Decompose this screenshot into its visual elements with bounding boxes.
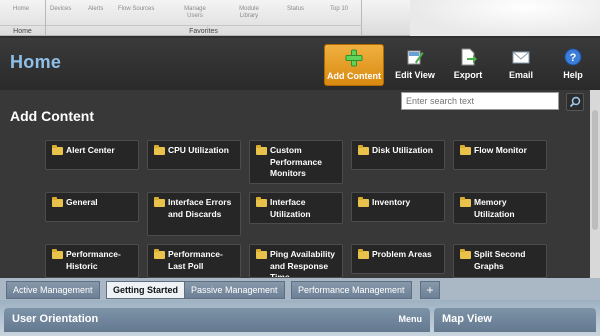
tile-interface-utilization[interactable]: Interface Utilization (249, 192, 343, 224)
tile-ping-availability[interactable]: Ping Availability and Response Time (249, 244, 343, 278)
ribbon-module-library-button[interactable]: Module Library (232, 6, 266, 20)
ribbon-flow-sources-button[interactable]: Flow Sources (118, 6, 154, 13)
plus-icon (345, 49, 363, 67)
tab-active-management[interactable]: Active Management (6, 281, 100, 299)
folder-icon (460, 197, 471, 207)
page-header: Home Add Content Edit View Export Email (0, 38, 600, 90)
tab-performance-management[interactable]: Performance Management (291, 281, 412, 299)
tile-inventory[interactable]: Inventory (351, 192, 445, 222)
view-tab-bar: Active Management Getting Started Passiv… (0, 278, 600, 300)
user-orientation-pane-header: User Orientation Menu (4, 308, 430, 332)
help-button[interactable]: ? Help (543, 44, 600, 86)
add-content-panel: Add Content Alert Center CPU Utilization… (0, 90, 590, 278)
tab-getting-started[interactable]: Getting Started (106, 281, 186, 299)
folder-icon (358, 249, 369, 259)
tile-label: Alert Center (66, 145, 115, 155)
folder-icon (52, 249, 63, 259)
edit-view-label: Edit View (395, 70, 435, 80)
tile-label: Inventory (372, 197, 411, 207)
pane-menu-button[interactable]: Menu (399, 314, 423, 324)
tile-label: Memory Utilization (474, 197, 515, 219)
search-button[interactable] (566, 93, 584, 111)
tile-label: Custom Performance Monitors (270, 145, 322, 178)
add-tab-button[interactable]: + (420, 281, 440, 299)
help-icon: ? (564, 48, 582, 66)
tile-memory-utilization[interactable]: Memory Utilization (453, 192, 547, 224)
scrollbar-thumb[interactable] (592, 110, 598, 230)
pane-title: Map View (442, 313, 492, 325)
ribbon-toolbar: Home Home Devices Alerts Flow Sources Ma… (0, 0, 600, 36)
add-content-label: Add Content (327, 71, 381, 81)
tile-problem-areas[interactable]: Problem Areas (351, 244, 445, 274)
tile-label: Interface Errors and Discards (168, 197, 232, 219)
ribbon-home-button[interactable]: Home (13, 6, 29, 13)
ribbon-top10-button[interactable]: Top 10 (330, 6, 348, 13)
tile-performance-last-poll[interactable]: Performance-Last Poll (147, 244, 241, 278)
folder-icon (460, 249, 471, 259)
tile-interface-errors[interactable]: Interface Errors and Discards (147, 192, 241, 236)
tile-label: Performance-Historic (66, 249, 121, 271)
folder-icon (154, 197, 165, 207)
email-label: Email (508, 70, 533, 80)
tile-label: CPU Utilization (168, 145, 229, 155)
export-icon (461, 48, 477, 66)
folder-icon (460, 145, 471, 155)
ribbon-group-home: Home Home (0, 0, 46, 36)
tile-label: Interface Utilization (270, 197, 311, 219)
tile-disk-utilization[interactable]: Disk Utilization (351, 140, 445, 170)
export-label: Export (453, 70, 483, 80)
folder-icon (358, 197, 369, 207)
tile-label: Disk Utilization (372, 145, 433, 155)
tab-passive-management[interactable]: Passive Management (184, 281, 285, 299)
map-view-pane-header: Map View (434, 308, 596, 332)
ribbon-alerts-button[interactable]: Alerts (88, 6, 103, 13)
svg-text:?: ? (570, 52, 577, 64)
folder-icon (52, 145, 63, 155)
add-content-button[interactable]: Add Content (324, 44, 384, 86)
tile-label: Problem Areas (372, 249, 432, 259)
brand-logo (410, 0, 600, 36)
panel-scrollbar[interactable] (590, 90, 600, 278)
export-button[interactable]: Export (438, 44, 498, 86)
folder-icon (358, 145, 369, 155)
tile-flow-monitor[interactable]: Flow Monitor (453, 140, 547, 170)
search-icon (569, 96, 581, 108)
folder-icon (256, 145, 267, 155)
tile-cpu-utilization[interactable]: CPU Utilization (147, 140, 241, 170)
folder-icon (154, 249, 165, 259)
help-label: Help (563, 70, 583, 80)
search-input[interactable] (401, 92, 559, 110)
tile-label: Flow Monitor (474, 145, 527, 155)
ribbon-status-button[interactable]: Status (287, 6, 304, 13)
email-icon (512, 51, 530, 64)
tile-split-second-graphs[interactable]: Split Second Graphs (453, 244, 547, 278)
email-button[interactable]: Email (491, 44, 551, 86)
dashboard-area: User Orientation Menu Map View (0, 300, 600, 336)
ribbon-devices-button[interactable]: Devices (50, 6, 71, 13)
ribbon-manage-users-button[interactable]: Manage Users (178, 6, 212, 20)
tile-alert-center[interactable]: Alert Center (45, 140, 139, 170)
tile-label: Ping Availability and Response Time (270, 249, 336, 278)
tile-label: Performance-Last Poll (168, 249, 223, 271)
pane-title: User Orientation (12, 313, 99, 325)
tile-label: General (66, 197, 98, 207)
folder-icon (256, 249, 267, 259)
tile-custom-performance-monitors[interactable]: Custom Performance Monitors (249, 140, 343, 184)
folder-icon (256, 197, 267, 207)
ribbon-group-label: Home (0, 25, 45, 35)
page-title: Home (10, 52, 62, 72)
folder-icon (52, 197, 63, 207)
tile-label: Split Second Graphs (474, 249, 526, 271)
ribbon-group-favorites: Devices Alerts Flow Sources Manage Users… (46, 0, 362, 36)
edit-icon (407, 50, 424, 65)
tile-general[interactable]: General (45, 192, 139, 222)
tile-performance-historic[interactable]: Performance-Historic (45, 244, 139, 278)
ribbon-group-label: Favorites (46, 25, 361, 35)
panel-title: Add Content (10, 108, 94, 124)
folder-icon (154, 145, 165, 155)
edit-view-button[interactable]: Edit View (385, 44, 445, 86)
